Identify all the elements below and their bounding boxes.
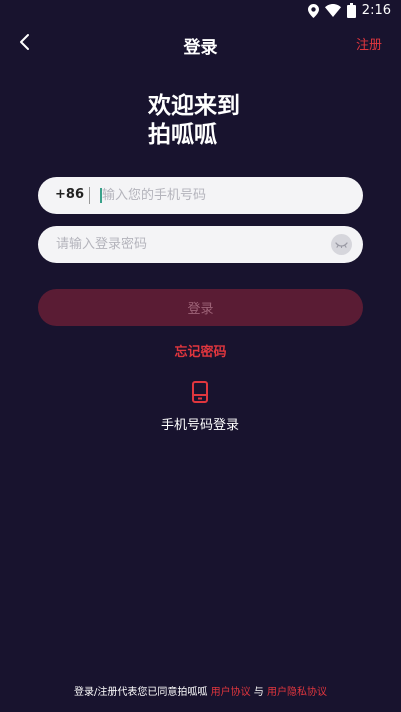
password-input[interactable] — [56, 226, 336, 263]
agreement-text: 登录/注册代表您已同意拍呱呱 用户协议 与 用户隐私协议 — [0, 683, 401, 698]
forgot-password-link[interactable]: 忘记密码 — [0, 341, 401, 360]
wifi-icon — [324, 4, 341, 17]
welcome-heading: 欢迎来到 拍呱呱 — [148, 92, 240, 150]
user-agreement-link[interactable]: 用户协议 — [211, 687, 251, 698]
location-icon — [307, 3, 319, 18]
country-code[interactable]: +86 — [55, 187, 84, 202]
privacy-agreement-link[interactable]: 用户隐私协议 — [267, 687, 327, 698]
register-link[interactable]: 注册 — [356, 34, 382, 53]
page-title: 登录 — [183, 38, 218, 58]
status-time: 2:16 — [361, 3, 391, 18]
password-field[interactable] — [38, 226, 363, 263]
phone-login-label: 手机号码登录 — [160, 418, 239, 433]
welcome-line-2: 拍呱呱 — [148, 122, 217, 148]
welcome-line-1: 欢迎来到 — [148, 93, 240, 119]
agreement-conjunction: 与 — [253, 687, 264, 698]
phone-input[interactable] — [102, 177, 352, 214]
hide-password-icon[interactable] — [331, 234, 352, 255]
login-button[interactable]: 登录 — [38, 289, 363, 326]
battery-icon — [346, 3, 356, 18]
phone-field[interactable]: +86 — [38, 177, 363, 214]
status-bar: 2:16 — [0, 0, 401, 24]
agreement-prefix: 登录/注册代表您已同意拍呱呱 — [74, 687, 208, 698]
status-icons: 2:16 — [307, 3, 391, 18]
phone-login-button[interactable]: 手机号码登录 — [150, 378, 250, 434]
divider — [89, 187, 90, 204]
phone-icon — [192, 381, 208, 403]
header: 登录 注册 — [0, 24, 401, 64]
